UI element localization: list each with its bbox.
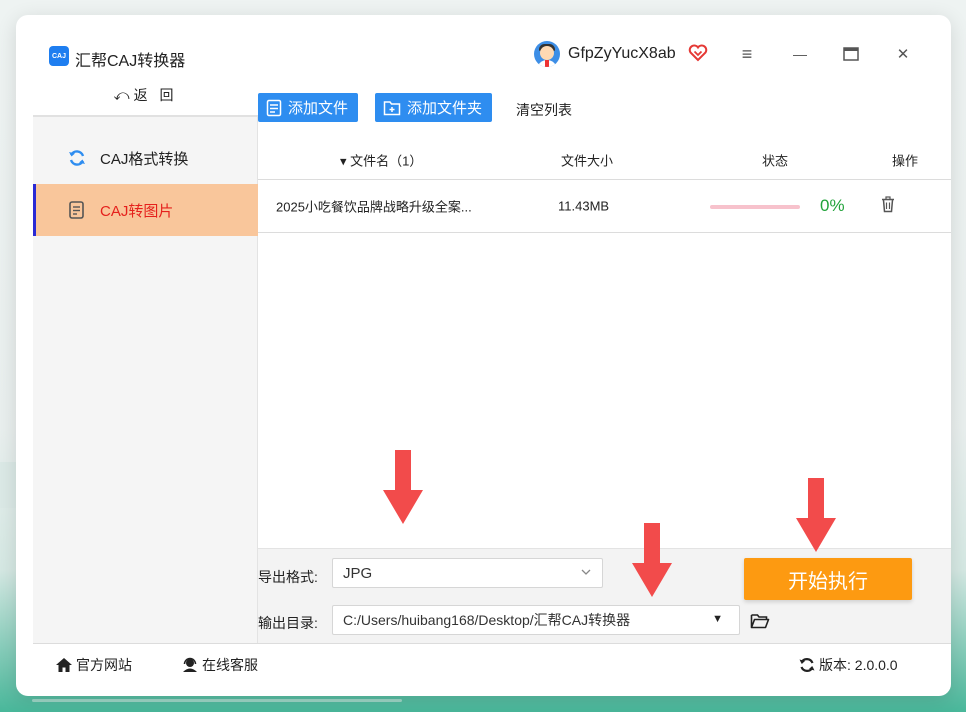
- trash-icon[interactable]: [880, 196, 896, 216]
- table-row[interactable]: 2025小吃餐饮品牌战略升级全案... 11.43MB 0%: [258, 180, 951, 233]
- format-label: 导出格式:: [258, 569, 318, 585]
- file-name: 2025小吃餐饮品牌战略升级全案...: [276, 199, 472, 215]
- app-title: 汇帮CAJ转换器: [75, 53, 186, 70]
- chevron-down-icon: [580, 565, 592, 582]
- folder-icon[interactable]: [750, 612, 770, 630]
- menu-icon[interactable]: ≡: [730, 37, 764, 71]
- progress-bar: [710, 205, 800, 209]
- format-select[interactable]: JPG: [332, 558, 603, 588]
- sort-name-column[interactable]: ▾ 文件名（1）: [340, 150, 422, 169]
- user-avatar[interactable]: [534, 41, 560, 67]
- red-arrow-icon: [796, 478, 836, 552]
- column-status: 状态: [762, 153, 789, 168]
- customer-service-link[interactable]: 在线客服: [181, 655, 258, 675]
- sidebar-item-caj-format[interactable]: CAJ格式转换: [33, 132, 258, 184]
- start-button[interactable]: 开始执行: [744, 558, 912, 600]
- username[interactable]: GfpZyYucX8ab: [568, 45, 676, 63]
- sidebar-item-label: CAJ转图片: [100, 202, 174, 220]
- clear-list-button[interactable]: 清空列表: [516, 100, 572, 120]
- title-bar: CAJ 汇帮CAJ转换器 GfpZyYucX8ab ≡ — ✕: [16, 15, 951, 75]
- refresh-icon: [66, 148, 88, 168]
- maximize-icon[interactable]: [834, 37, 868, 71]
- vip-heart-icon[interactable]: [688, 43, 708, 63]
- add-folder-button[interactable]: 添加文件夹: [375, 93, 493, 122]
- add-folder-icon: [383, 99, 401, 117]
- file-size: 11.43MB: [558, 198, 610, 214]
- sidebar-item-label: CAJ格式转换: [100, 150, 189, 168]
- file-list-icon: [266, 99, 282, 117]
- version-label: 版本: 2.0.0.0: [819, 657, 898, 673]
- home-icon: [55, 657, 73, 673]
- app-logo-icon: CAJ: [49, 46, 69, 66]
- background-accent-line: [32, 699, 402, 702]
- document-icon: [66, 200, 88, 220]
- footer: 官方网站 在线客服 版本: 2.0.0.0: [33, 643, 951, 683]
- add-file-label: 添加文件: [288, 100, 349, 117]
- version-info[interactable]: 版本: 2.0.0.0: [798, 655, 898, 675]
- output-dir-select[interactable]: C:/Users/huibang168/Desktop/汇帮CAJ转换器 ▼: [332, 605, 740, 635]
- minimize-button[interactable]: —: [783, 37, 817, 71]
- service-label: 在线客服: [202, 657, 258, 673]
- column-name: 文件名（1）: [350, 153, 423, 168]
- sidebar: ⤺ 返 回 CAJ格式转换 CAJ转图片: [33, 75, 258, 643]
- table-header: ▾ 文件名（1） 文件大小 状态 操作: [258, 140, 951, 180]
- add-folder-label: 添加文件夹: [407, 100, 483, 117]
- back-button[interactable]: ⤺ 返 回: [33, 75, 258, 117]
- progress-percent: 0%: [820, 196, 845, 215]
- close-button[interactable]: ✕: [886, 37, 920, 71]
- caret-down-icon: ▼: [712, 613, 723, 625]
- website-link[interactable]: 官方网站: [55, 655, 132, 675]
- red-arrow-icon: [383, 450, 423, 524]
- sync-icon: [798, 656, 816, 674]
- column-action: 操作: [892, 153, 919, 168]
- column-size: 文件大小: [561, 153, 614, 168]
- app-window: CAJ 汇帮CAJ转换器 GfpZyYucX8ab ≡ — ✕ ⤺ 返 回 CA…: [16, 15, 951, 696]
- format-value: JPG: [343, 564, 373, 582]
- back-label: 返 回: [133, 87, 178, 103]
- back-arrow-icon: ⤺: [113, 86, 130, 104]
- add-file-button[interactable]: 添加文件: [258, 93, 359, 122]
- sidebar-item-caj-to-image[interactable]: CAJ转图片: [33, 184, 258, 236]
- red-arrow-icon: [632, 523, 672, 597]
- output-dir-value: C:/Users/huibang168/Desktop/汇帮CAJ转换器: [343, 612, 631, 628]
- website-label: 官方网站: [76, 657, 132, 673]
- dir-label: 输出目录:: [258, 615, 318, 631]
- headset-icon: [181, 657, 199, 673]
